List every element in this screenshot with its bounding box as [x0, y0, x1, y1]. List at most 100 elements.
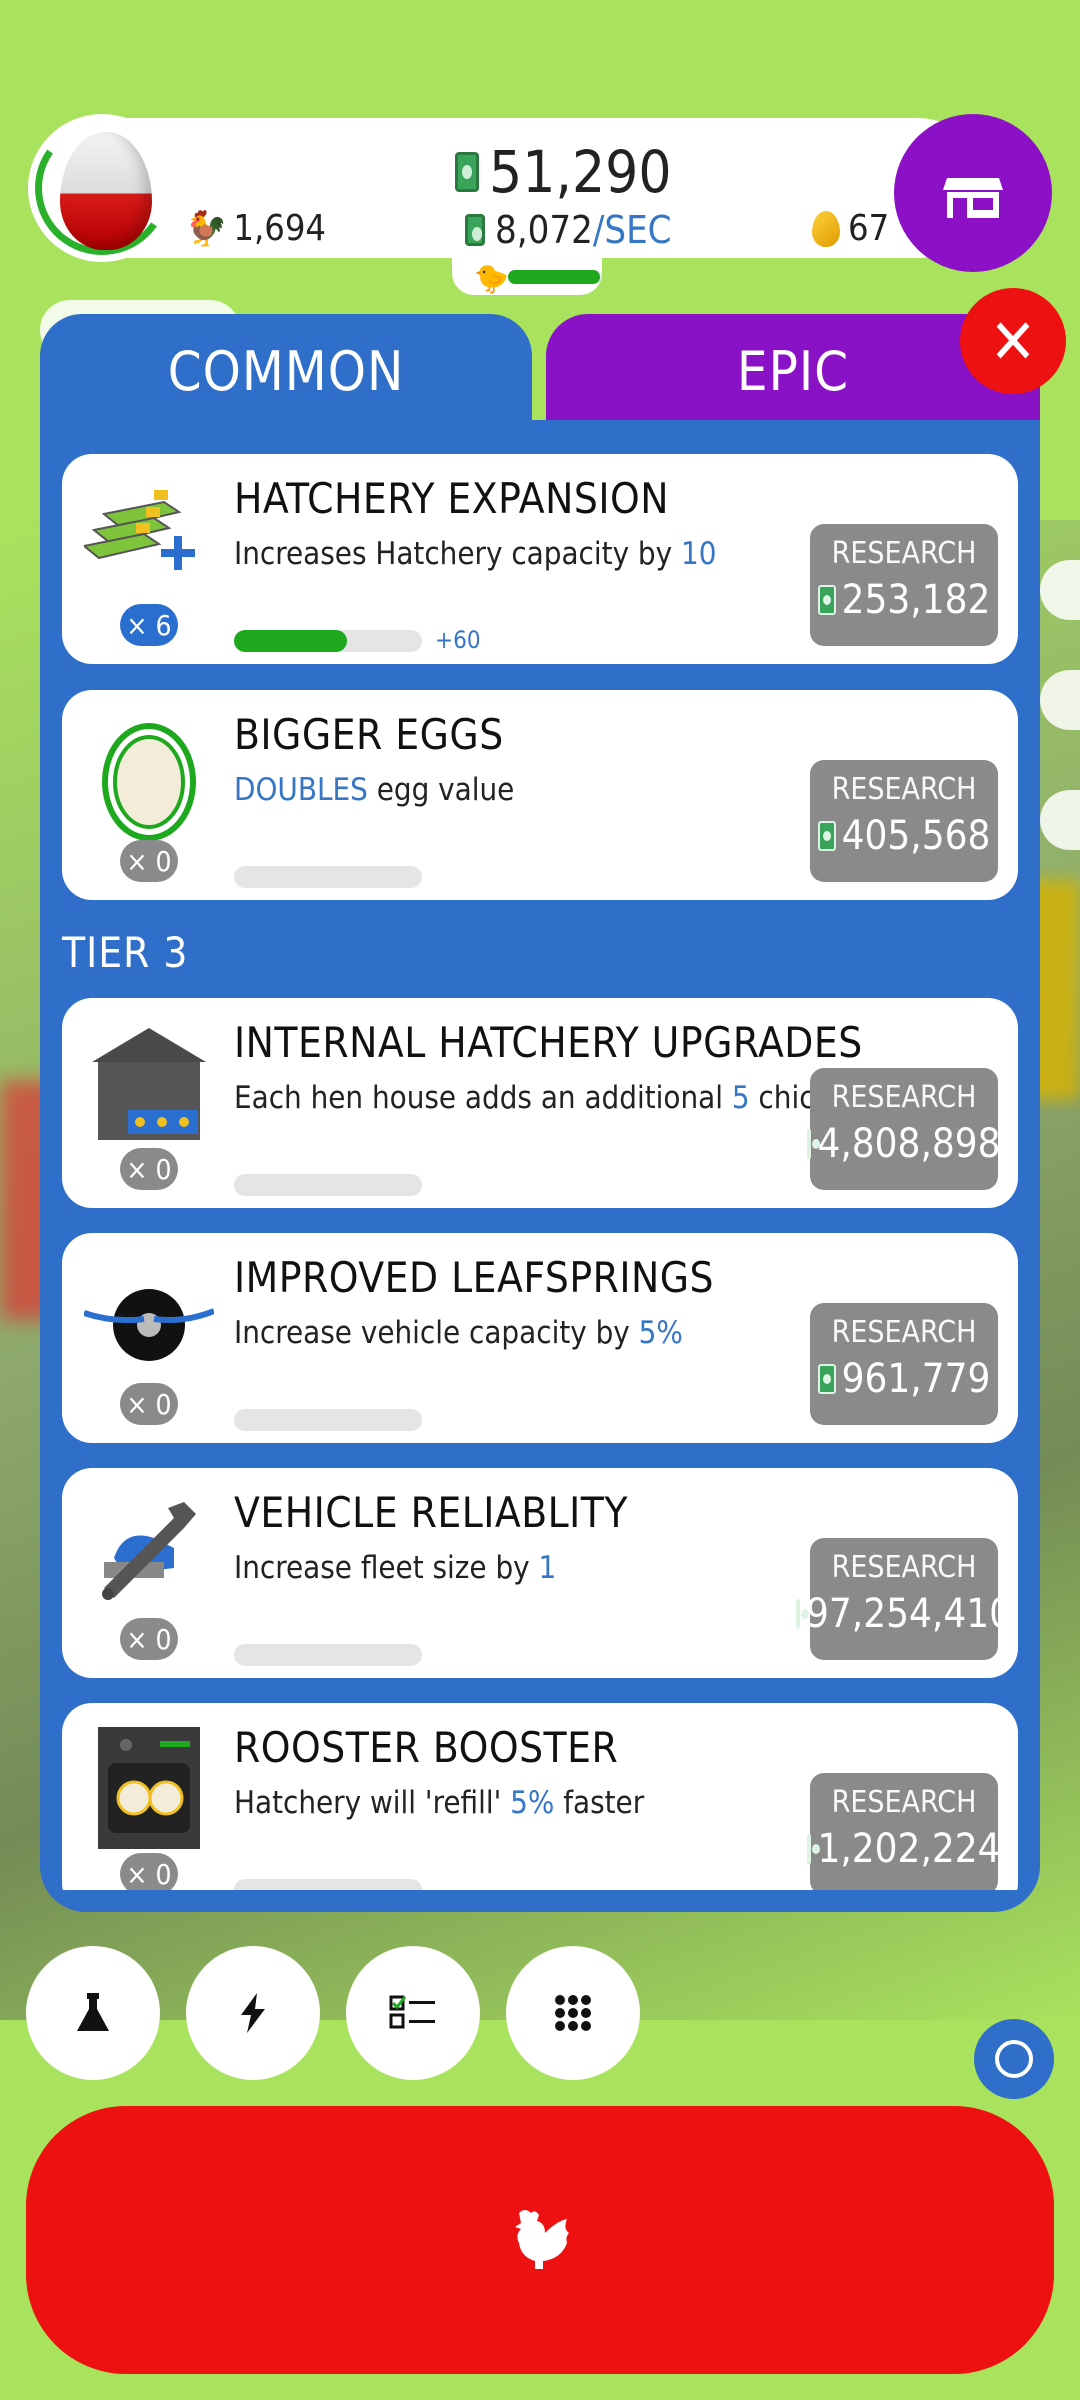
- desc-highlight: DOUBLES: [234, 772, 368, 808]
- research-price: 1,202,224: [807, 1826, 1001, 1872]
- hatchery-bar-fill: [508, 270, 600, 284]
- cash-icon: [817, 821, 836, 851]
- card-description: DOUBLES egg value: [234, 772, 514, 808]
- card-title: HATCHERY EXPANSION: [234, 474, 670, 523]
- progress-track: [234, 1879, 422, 1890]
- golden-egg-value: 67: [848, 208, 890, 249]
- hen-house-icon: [92, 1028, 206, 1140]
- wheel-icon: [84, 1289, 214, 1361]
- missions-button[interactable]: [346, 1946, 480, 2080]
- cash-icon: [817, 1364, 836, 1394]
- cash-icon: [807, 1129, 821, 1159]
- close-icon: ✕: [989, 304, 1037, 378]
- research-card-rooster-booster: × 0 ROOSTER BOOSTER Hatchery will 'refil…: [62, 1703, 1018, 1890]
- wrench-icon: [102, 1502, 196, 1600]
- card-description: Increase fleet size by 1: [234, 1550, 556, 1586]
- progress-note: +60: [435, 626, 481, 654]
- cash-rate-display: 8,072/SEC: [465, 208, 672, 252]
- research-card-internal-hatchery: × 0 INTERNAL HATCHERY UPGRADES Each hen …: [62, 998, 1018, 1208]
- egg-icon: [102, 723, 196, 840]
- price-value: 253,182: [841, 577, 991, 623]
- desc-highlight: 1: [538, 1550, 557, 1586]
- tab-common-label: COMMON: [167, 340, 405, 403]
- research-card-leafsprings: × 0 IMPROVED LEAFSPRINGS Increase vehicl…: [62, 1233, 1018, 1443]
- price-value: 4,808,898: [817, 1121, 1001, 1167]
- research-label: RESEARCH: [831, 1080, 977, 1115]
- upgrade-count-badge: × 0: [120, 1383, 178, 1425]
- lightning-icon: [241, 1993, 265, 2033]
- progress-track: [234, 1174, 422, 1196]
- boosts-button[interactable]: [186, 1946, 320, 2080]
- research-price: 405,568: [810, 813, 998, 859]
- progress-fill: [234, 630, 347, 652]
- research-label: RESEARCH: [831, 536, 977, 571]
- cash-icon: [817, 585, 836, 615]
- menu-button[interactable]: [506, 1946, 640, 2080]
- cash-icon: [796, 1599, 810, 1629]
- camera-toggle-button[interactable]: [974, 2019, 1054, 2099]
- price-value: 405,568: [841, 813, 991, 859]
- chicken-count: 🐓 1,694: [185, 208, 326, 249]
- research-label: RESEARCH: [831, 772, 977, 807]
- hatch-chicken-button[interactable]: [26, 2106, 1054, 2374]
- research-lab-button[interactable]: [26, 1946, 160, 2080]
- progress-track: [234, 866, 422, 888]
- upgrade-count-badge: × 0: [120, 840, 178, 882]
- desc-text: Each hen house adds an additional: [234, 1080, 732, 1116]
- upgrade-count-badge: × 0: [120, 1148, 178, 1190]
- research-price: 97,254,410: [796, 1591, 1012, 1637]
- research-label: RESEARCH: [831, 1315, 977, 1350]
- card-title: INTERNAL HATCHERY UPGRADES: [234, 1018, 863, 1067]
- cash-icon: [807, 1834, 821, 1864]
- desc-highlight: 5%: [510, 1785, 555, 1821]
- card-title: VEHICLE RELIABLITY: [234, 1488, 628, 1537]
- shop-icon: [943, 178, 1003, 218]
- golden-egg-count: 67: [812, 208, 889, 249]
- desc-text: Increases Hatchery capacity by: [234, 536, 681, 572]
- card-description: Increase vehicle capacity by 5%: [234, 1315, 683, 1351]
- chicken-icon: 🐓: [185, 208, 228, 249]
- price-value: 961,779: [841, 1356, 991, 1402]
- progress-track: [234, 1409, 422, 1431]
- research-label: RESEARCH: [831, 1550, 977, 1585]
- upgrade-count-badge: × 6: [120, 604, 178, 646]
- grid-icon: [555, 1995, 591, 2031]
- research-price: 253,182: [810, 577, 998, 623]
- card-title: IMPROVED LEAFSPRINGS: [234, 1253, 715, 1302]
- price-value: 1,202,224: [817, 1826, 1001, 1872]
- card-title: BIGGER EGGS: [234, 710, 504, 759]
- research-button[interactable]: RESEARCH 405,568: [810, 760, 998, 882]
- research-button[interactable]: RESEARCH 253,182: [810, 524, 998, 646]
- research-button[interactable]: RESEARCH 961,779: [810, 1303, 998, 1425]
- price-value: 97,254,410: [806, 1591, 1012, 1637]
- hatchery-beds-icon: [84, 490, 195, 570]
- research-price: 961,779: [810, 1356, 998, 1402]
- research-button[interactable]: RESEARCH 1,202,224: [807, 1773, 1001, 1890]
- hatchery-chicken-icon: 🐤: [474, 262, 509, 295]
- card-title: ROOSTER BOOSTER: [234, 1723, 619, 1772]
- research-card-hatchery-expansion: × 6 HATCHERY EXPANSION Increases Hatcher…: [62, 454, 1018, 664]
- flask-icon: [77, 1993, 109, 2031]
- rooster-booster-icon: [98, 1727, 200, 1849]
- tab-epic-label: EPIC: [736, 340, 850, 403]
- desc-text: Hatchery will 'refill': [234, 1785, 511, 1821]
- desc-highlight: 5%: [638, 1315, 683, 1351]
- desc-text: faster: [554, 1785, 645, 1821]
- desc-highlight: 5: [731, 1080, 750, 1116]
- research-button[interactable]: RESEARCH 97,254,410: [796, 1538, 1012, 1660]
- desc-text: egg value: [367, 772, 515, 808]
- desc-text: Increase fleet size by: [234, 1550, 539, 1586]
- upgrade-count-badge: × 0: [120, 1853, 178, 1890]
- panel-scroll-clip: × 0 ROOSTER BOOSTER Hatchery will 'refil…: [40, 1700, 1040, 1890]
- card-description: Increases Hatchery capacity by 10: [234, 536, 716, 572]
- cash-icon: [465, 214, 485, 246]
- cash-icon: [455, 152, 479, 192]
- close-button[interactable]: ✕: [960, 288, 1066, 394]
- upgrade-count-badge: × 0: [120, 1618, 178, 1660]
- research-price: 4,808,898: [807, 1121, 1001, 1167]
- research-button[interactable]: RESEARCH 4,808,898: [807, 1068, 1001, 1190]
- cash-display: 51,290: [455, 138, 672, 206]
- desc-text: Increase vehicle capacity by: [234, 1315, 639, 1351]
- desc-highlight: 10: [681, 536, 717, 572]
- research-label: RESEARCH: [831, 1785, 977, 1820]
